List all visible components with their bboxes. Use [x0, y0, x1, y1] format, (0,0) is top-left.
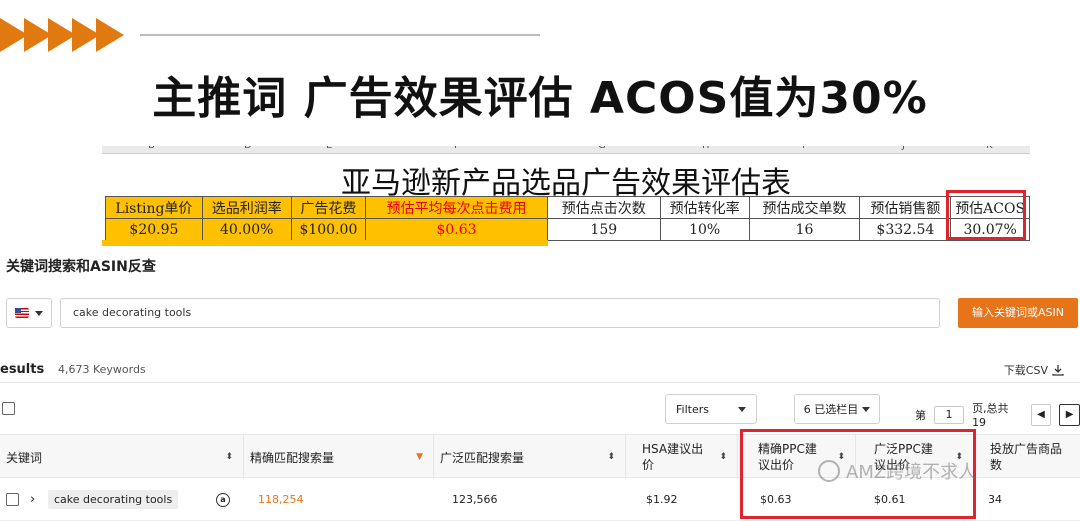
estimate-header-cell: 预估销售额: [859, 196, 952, 219]
broad-volume-cell: 123,566: [452, 493, 498, 506]
estimate-header-cell: 预估平均每次点击费用: [365, 196, 548, 219]
th-label: 精确匹配搜索量: [250, 450, 335, 465]
sort-desc-icon: ▼: [416, 452, 423, 462]
us-flag-icon: [15, 308, 29, 318]
results-label: esults: [0, 362, 45, 377]
page-input[interactable]: 1: [934, 405, 965, 424]
th-label: 投放广告商品数: [990, 442, 1063, 472]
columns-dropdown[interactable]: 6 已选栏目: [794, 394, 880, 424]
results-count: 4,673 Keywords: [58, 363, 146, 376]
col-letter: I: [802, 146, 805, 151]
estimate-header-row: Listing单价 选品利润率 广告花费 预估平均每次点击费用 预估点击次数 预…: [105, 196, 1030, 219]
th-keyword[interactable]: 关键词 ⬍: [0, 435, 244, 479]
keyword-cell: cake decorating tools: [42, 478, 179, 521]
keyword-chip: cake decorating tools: [48, 490, 179, 509]
download-csv-label: 下载CSV: [1003, 364, 1048, 377]
chevron-down-icon: [738, 406, 746, 412]
col-letter: H: [702, 146, 710, 151]
estimate-value-cell: $20.95: [105, 218, 203, 241]
hsa-bid-cell: $1.92: [646, 493, 678, 506]
ad-products-cell: 34: [988, 493, 1002, 506]
search-input[interactable]: cake decorating tools: [60, 298, 940, 328]
col-letter: D: [244, 146, 252, 151]
col-letter: J: [902, 146, 905, 151]
col-letter: G: [598, 146, 606, 151]
amazon-icon-cell[interactable]: a: [210, 478, 230, 521]
exact-volume-cell: 118,254: [258, 493, 304, 506]
pagination: 第 1 页,总共 19 ◀ ▶: [915, 400, 1080, 429]
sheet-bottom-fill: [102, 240, 548, 246]
watermark-text: AMZ跨境不求人: [846, 462, 977, 483]
sort-icon: ⬍: [225, 452, 233, 462]
pager-prefix: 第: [915, 408, 926, 422]
prev-page-button[interactable]: ◀: [1030, 403, 1052, 426]
filters-label: Filters: [676, 402, 709, 416]
th-ad-products[interactable]: 投放广告商品数: [974, 435, 1080, 479]
estimate-value-cell: 10%: [659, 218, 750, 241]
results-divider: [0, 382, 1080, 383]
search-button[interactable]: 输入关键词或ASIN: [958, 298, 1078, 328]
marketplace-select[interactable]: [6, 298, 52, 328]
row-checkbox[interactable]: [6, 493, 19, 506]
col-letter: E: [326, 146, 332, 151]
amazon-search-icon: a: [216, 492, 230, 507]
columns-label: 6 已选栏目: [803, 403, 859, 416]
column-header-bar: B D E F G H I J K: [102, 146, 1030, 154]
expand-row-icon[interactable]: ›: [24, 478, 35, 521]
header-divider: [140, 34, 540, 36]
th-hsa-bid[interactable]: HSA建议出价 ⬍: [626, 435, 738, 479]
decorative-arrows: [0, 18, 124, 52]
estimate-value-cell: 40.00%: [201, 218, 292, 241]
estimate-header-cell: 预估成交单数: [748, 196, 861, 219]
section-title: 关键词搜索和ASIN反查: [6, 259, 156, 275]
sort-icon: ⬍: [719, 452, 727, 462]
th-label: 广泛匹配搜索量: [440, 450, 525, 465]
estimate-header-cell: 广告花费: [290, 196, 367, 219]
estimate-header-cell: 预估点击次数: [546, 196, 661, 219]
estimate-header-cell: 选品利润率: [201, 196, 292, 219]
estimate-value-row: $20.95 40.00% $100.00 $0.63 159 10% 16 $…: [105, 218, 1030, 241]
wechat-icon: [818, 460, 840, 482]
slide-title: 主推词 广告效果评估 ACOS值为30%: [152, 73, 928, 124]
estimate-header-cell: 预估转化率: [659, 196, 750, 219]
col-letter: B: [148, 146, 155, 151]
th-exact-volume[interactable]: 精确匹配搜索量 ▼: [244, 435, 434, 479]
th-label: 关键词: [6, 450, 43, 465]
estimate-value-cell: 16: [748, 218, 861, 241]
chevron-down-icon: [862, 406, 871, 412]
watermark: AMZ跨境不求人: [818, 458, 976, 484]
select-all-checkbox[interactable]: [2, 402, 15, 415]
col-letter: F: [454, 146, 460, 151]
filters-dropdown[interactable]: Filters: [665, 394, 757, 424]
download-icon: [1052, 365, 1064, 376]
next-page-button[interactable]: ▶: [1059, 403, 1080, 426]
estimate-value-cell: $332.54: [859, 218, 952, 241]
estimate-value-cell: $100.00: [290, 218, 367, 241]
estimate-header-cell: Listing单价: [105, 196, 203, 219]
pager-suffix: 页,总共 19: [972, 402, 1009, 429]
estimate-value-cell: 159: [546, 218, 661, 241]
th-label: HSA建议出价: [642, 442, 704, 472]
download-csv-button[interactable]: 下载CSV: [1004, 362, 1064, 378]
estimate-table: Listing单价 选品利润率 广告花费 预估平均每次点击费用 预估点击次数 预…: [105, 196, 1030, 241]
estimate-value-cell: $0.63: [365, 218, 548, 241]
chevron-down-icon: [35, 310, 43, 316]
acos-highlight-box: [946, 190, 1026, 240]
sort-icon: ⬍: [607, 452, 615, 462]
th-broad-volume[interactable]: 广泛匹配搜索量 ⬍: [434, 435, 626, 479]
col-letter: K: [986, 146, 993, 151]
